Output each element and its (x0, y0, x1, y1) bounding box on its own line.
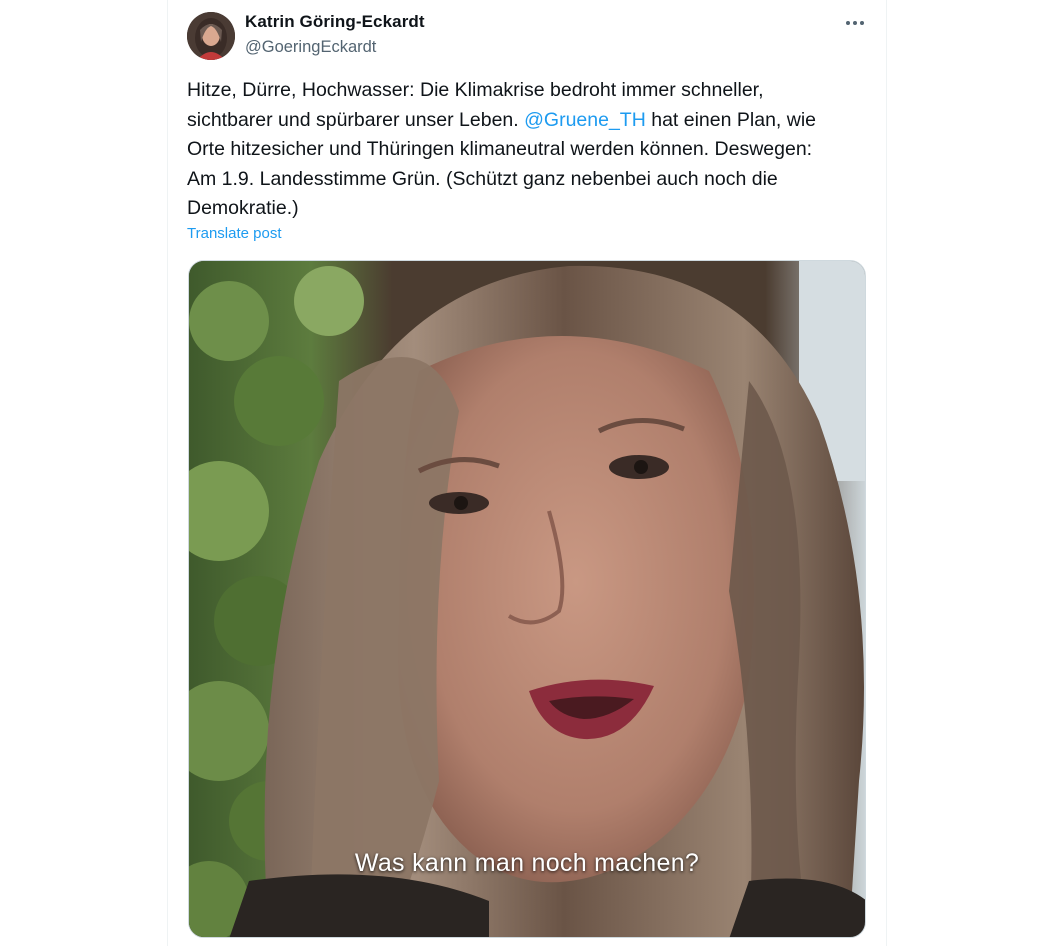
post[interactable]: Katrin Göring-Eckardt @GoeringEckardt Hi… (168, 0, 886, 946)
avatar[interactable] (187, 12, 235, 60)
timeline-border-right (886, 0, 887, 946)
more-options-button[interactable] (838, 10, 872, 36)
author-name[interactable]: Katrin Göring-Eckardt (245, 12, 425, 32)
video-frame-image (189, 261, 865, 937)
video-player[interactable]: Was kann man noch machen? (188, 260, 866, 938)
video-subtitle: Was kann man noch machen? (354, 849, 700, 877)
author-handle[interactable]: @GoeringEckardt (245, 38, 376, 57)
mention-link[interactable]: @Gruene_TH (524, 109, 646, 131)
post-text: Hitze, Dürre, Hochwasser: Die Klimakrise… (187, 76, 877, 224)
more-horizontal-icon (846, 21, 864, 25)
translate-post-link[interactable]: Translate post (187, 225, 282, 242)
